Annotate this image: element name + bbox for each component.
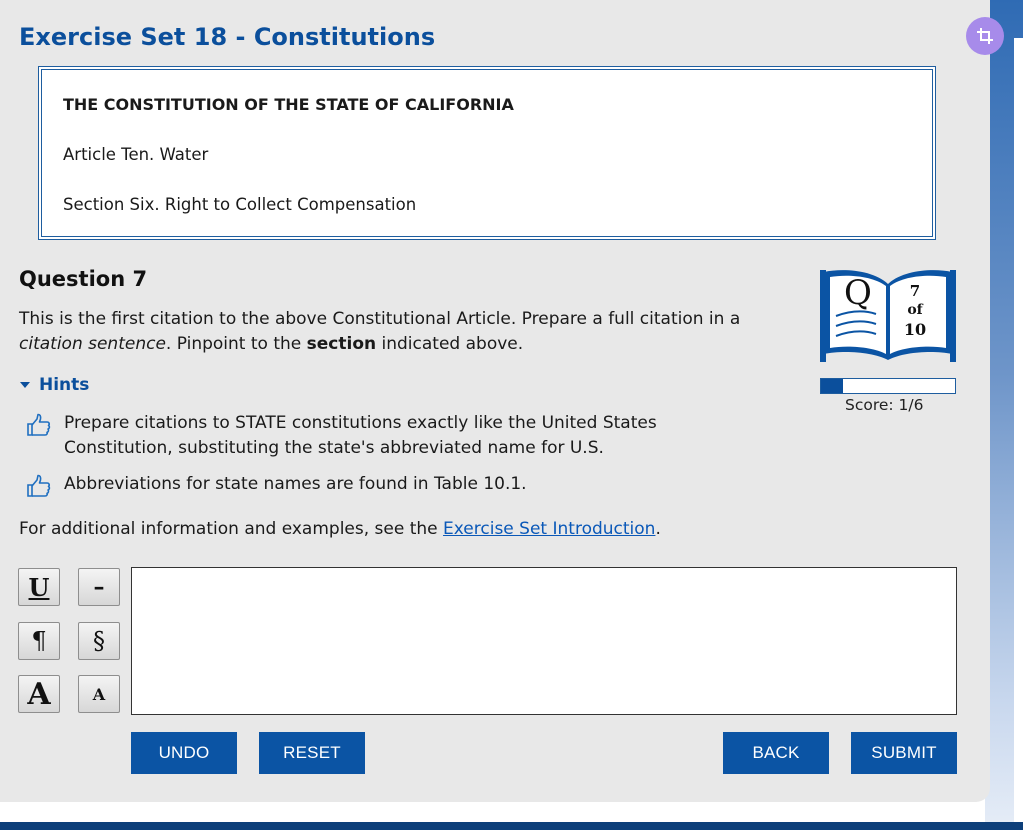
article-heading: THE CONSTITUTION OF THE STATE OF CALIFOR… bbox=[63, 95, 514, 114]
prompt-text: . Pinpoint to the bbox=[165, 334, 307, 354]
dash-button[interactable]: – bbox=[78, 568, 120, 606]
caret-down-icon bbox=[20, 382, 30, 388]
scrollbar-track[interactable] bbox=[1014, 38, 1023, 822]
additional-text: For additional information and examples,… bbox=[19, 519, 444, 539]
question-prompt: This is the first citation to the above … bbox=[19, 307, 789, 357]
score-progress-bar bbox=[820, 378, 956, 394]
back-button[interactable]: BACK bbox=[723, 732, 829, 774]
additional-suffix: . bbox=[655, 519, 661, 539]
of-label: of bbox=[907, 302, 923, 318]
article-title: Article Ten. Water bbox=[63, 145, 209, 164]
open-book-icon: Q 7 of 10 bbox=[820, 270, 956, 362]
crop-icon bbox=[977, 28, 993, 44]
section-symbol-button[interactable]: § bbox=[78, 622, 120, 660]
prompt-bold-text: section bbox=[306, 334, 377, 354]
constitution-article-box: THE CONSTITUTION OF THE STATE OF CALIFOR… bbox=[38, 66, 936, 240]
score-progress-fill bbox=[821, 379, 844, 393]
score-label: Score: 1/6 bbox=[845, 396, 924, 414]
reset-button[interactable]: RESET bbox=[259, 732, 365, 774]
additional-info: For additional information and examples,… bbox=[19, 519, 661, 539]
prompt-text: This is the first citation to the above … bbox=[19, 309, 741, 329]
question-title: Question 7 bbox=[19, 267, 148, 291]
hint-text: Prepare citations to STATE constitutions… bbox=[64, 413, 657, 458]
crop-badge-button[interactable] bbox=[966, 17, 1004, 55]
exercise-introduction-link[interactable]: Exercise Set Introduction bbox=[443, 519, 655, 539]
citation-answer-input[interactable] bbox=[132, 568, 956, 714]
section-title: Section Six. Right to Collect Compensati… bbox=[63, 195, 417, 214]
submit-button[interactable]: SUBMIT bbox=[851, 732, 957, 774]
hints-toggle-label: Hints bbox=[39, 375, 90, 395]
prompt-italic-text: citation sentence bbox=[19, 334, 166, 354]
prompt-text: indicated above. bbox=[376, 334, 524, 354]
thumbs-up-outline-icon bbox=[26, 472, 52, 506]
hints-toggle[interactable]: Hints bbox=[19, 375, 89, 395]
thumbs-up-outline-icon bbox=[26, 411, 52, 461]
page-title: Exercise Set 18 - Constitutions bbox=[19, 23, 436, 51]
answer-box bbox=[131, 567, 957, 715]
underline-button[interactable]: U bbox=[18, 568, 60, 606]
undo-button[interactable]: UNDO bbox=[131, 732, 237, 774]
small-caps-button[interactable]: A bbox=[78, 675, 120, 713]
paragraph-symbol-button[interactable]: ¶ bbox=[18, 622, 60, 660]
hint-item: Abbreviations for state names are found … bbox=[26, 472, 726, 506]
footer-bar bbox=[0, 822, 1023, 830]
book-letter: Q bbox=[844, 273, 872, 313]
large-caps-button[interactable]: A bbox=[18, 675, 60, 713]
question-total: 10 bbox=[904, 320, 926, 339]
hint-item: Prepare citations to STATE constitutions… bbox=[26, 411, 726, 461]
hint-text: Abbreviations for state names are found … bbox=[64, 474, 527, 494]
question-number: 7 bbox=[910, 282, 920, 300]
